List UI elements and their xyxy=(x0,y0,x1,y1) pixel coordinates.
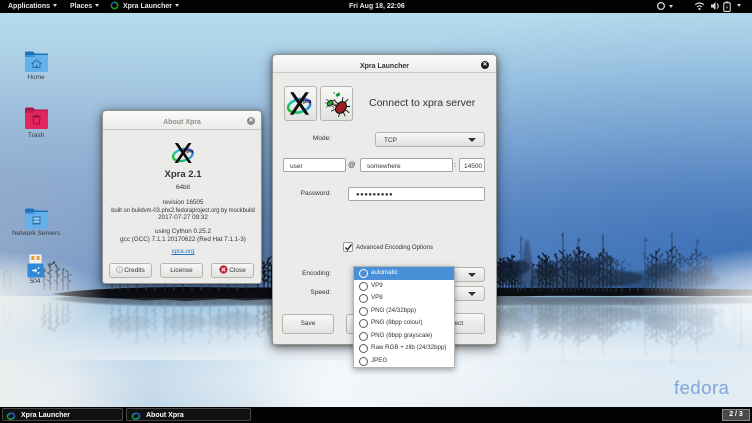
svg-text:pra: pra xyxy=(303,99,311,105)
svg-text:pra: pra xyxy=(186,148,194,153)
